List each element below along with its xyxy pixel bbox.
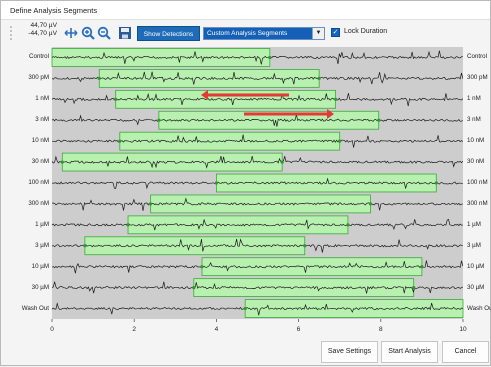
- segment-handle[interactable]: [118, 139, 122, 143]
- start-analysis-button[interactable]: Start Analysis: [381, 341, 438, 363]
- segment-handle[interactable]: [434, 181, 438, 185]
- segment-handle[interactable]: [346, 223, 350, 227]
- x-tick-label: 6: [296, 326, 301, 333]
- x-tick-label: 4: [214, 326, 219, 333]
- segment-handle[interactable]: [97, 76, 101, 80]
- segment-handle[interactable]: [192, 286, 196, 290]
- segment-handle[interactable]: [420, 265, 424, 269]
- segment-handle[interactable]: [317, 76, 321, 80]
- segment-handle[interactable]: [377, 118, 381, 122]
- segment-handle[interactable]: [303, 244, 307, 248]
- segment-handle[interactable]: [338, 139, 342, 143]
- segment-handle[interactable]: [280, 160, 284, 164]
- segment-handle[interactable]: [157, 118, 161, 122]
- x-tick-label: 8: [378, 326, 383, 333]
- segment-handle[interactable]: [126, 223, 130, 227]
- segment-handle[interactable]: [243, 306, 247, 311]
- save-settings-button[interactable]: Save Settings: [321, 341, 378, 363]
- segment-handle[interactable]: [200, 265, 204, 269]
- segment-plot: [51, 47, 464, 322]
- segment-handle[interactable]: [83, 244, 87, 248]
- segment-handle[interactable]: [412, 286, 416, 290]
- cancel-button[interactable]: Cancel: [442, 341, 489, 363]
- segment-handle[interactable]: [149, 202, 153, 206]
- x-tick-label: 2: [132, 326, 136, 333]
- x-tick-label: 0: [50, 326, 54, 333]
- segment-handle[interactable]: [333, 97, 338, 101]
- segment-handle[interactable]: [60, 160, 64, 164]
- analysis-segment[interactable]: [115, 89, 336, 109]
- segment-handle[interactable]: [114, 97, 118, 101]
- dialog-window: Define Analysis Segments 44,70 µV -44,70…: [0, 0, 491, 366]
- segment-handle[interactable]: [214, 181, 218, 185]
- x-tick-label: 10: [459, 326, 467, 333]
- segment-handle[interactable]: [368, 202, 373, 206]
- segment-handle[interactable]: [268, 55, 272, 60]
